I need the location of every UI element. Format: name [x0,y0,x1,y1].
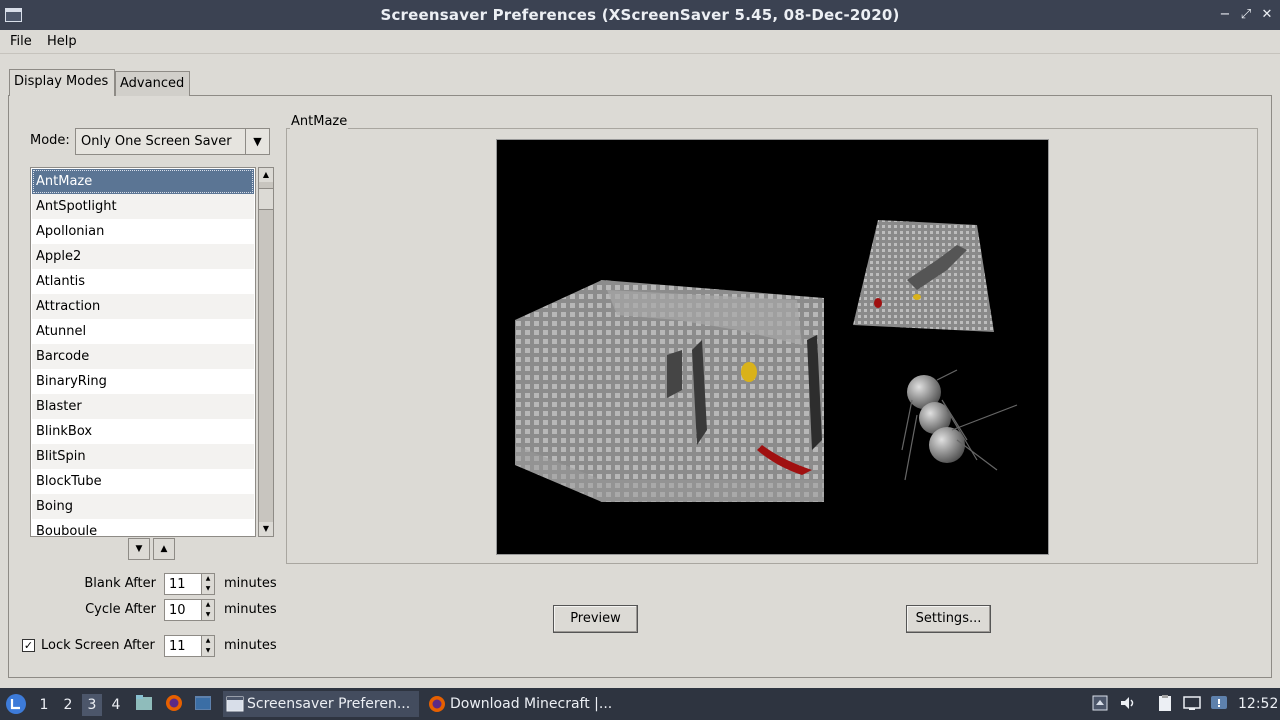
tab-display-modes[interactable]: Display Modes [9,69,115,96]
close-button[interactable]: ✕ [1258,6,1276,24]
scroll-down-icon[interactable]: ▼ [259,522,273,536]
blank-after-label: Blank After [84,576,156,591]
list-item[interactable]: Blaster [32,394,254,419]
task-label: Download Minecraft |... [450,696,613,712]
settings-button[interactable]: Settings... [906,605,991,633]
list-item[interactable]: Apollonian [32,219,254,244]
minimize-button[interactable]: − [1216,6,1234,24]
list-item[interactable]: BlitSpin [32,444,254,469]
cycle-after-spinner[interactable]: 10 ▲ ▼ [164,599,215,621]
lock-screen-spinner[interactable]: 11 ▲ ▼ [164,635,215,657]
antmaze-render [515,220,1018,502]
list-item[interactable]: AntSpotlight [32,194,254,219]
window-title: Screensaver Preferences (XScreenSaver 5.… [380,6,900,24]
task-firefox[interactable]: Download Minecraft |... [426,691,626,717]
spin-down-icon[interactable]: ▼ [201,646,214,656]
lock-screen-checkbox[interactable]: ✓ [22,639,35,652]
clipboard-icon[interactable] [1156,694,1174,712]
preview-image [496,139,1049,555]
list-item[interactable]: Bouboule [32,519,254,536]
lock-screen-value: 11 [169,639,186,654]
menu-bar: File Help [0,30,1280,54]
firefox-icon [429,696,445,712]
mode-dropdown[interactable]: Only One Screen Saver ▼ [75,128,270,155]
tray-arrow-icon[interactable] [1091,694,1109,712]
list-item[interactable]: Barcode [32,344,254,369]
title-bar: Screensaver Preferences (XScreenSaver 5.… [0,0,1280,30]
start-menu-icon[interactable] [5,693,27,715]
lock-screen-unit: minutes [224,638,277,653]
workspace-3[interactable]: 3 [82,694,102,716]
taskbar: 1 2 3 4 Screensaver Preferen... Download… [0,688,1280,720]
spin-up-icon[interactable]: ▲ [201,636,214,646]
lock-screen-label: Lock Screen After [41,638,155,653]
list-scrollbar[interactable]: ▲ ▼ [258,167,274,537]
scroll-up-icon[interactable]: ▲ [259,168,273,182]
terminal-icon[interactable] [194,694,212,712]
mode-label: Mode: [30,133,70,148]
chevron-down-icon[interactable]: ▼ [245,129,269,154]
mode-value: Only One Screen Saver [81,134,232,149]
cycle-after-label: Cycle After [85,602,156,617]
spin-up-icon[interactable]: ▲ [201,600,214,610]
workspace-1[interactable]: 1 [34,694,54,716]
list-item[interactable]: BlinkBox [32,419,254,444]
preview-frame-label: AntMaze [290,114,349,129]
list-item[interactable]: Atlantis [32,269,254,294]
window-icon [226,696,244,712]
blank-after-unit: minutes [224,576,277,591]
list-item[interactable]: AntMaze [32,169,254,194]
list-item[interactable]: BlockTube [32,469,254,494]
spin-up-icon[interactable]: ▲ [201,574,214,584]
list-item[interactable]: Attraction [32,294,254,319]
scrollbar-thumb[interactable] [259,188,273,210]
cycle-after-unit: minutes [224,602,277,617]
move-down-button[interactable]: ▼ [128,538,150,560]
spin-down-icon[interactable]: ▼ [201,610,214,620]
preview-button[interactable]: Preview [553,605,638,633]
menu-help[interactable]: Help [47,34,77,49]
move-up-button[interactable]: ▲ [153,538,175,560]
list-item[interactable]: Atunnel [32,319,254,344]
spin-down-icon[interactable]: ▼ [201,584,214,594]
clock[interactable]: 12:52 [1238,688,1278,720]
list-item[interactable]: Boing [32,494,254,519]
saver-list[interactable]: AntMaze AntSpotlight Apollonian Apple2 Atlan… [30,167,256,537]
firefox-icon[interactable] [165,694,183,712]
network-icon[interactable] [1183,694,1201,712]
cycle-after-value: 10 [169,603,186,618]
list-item[interactable]: Apple2 [32,244,254,269]
workspace-2[interactable]: 2 [58,694,78,716]
maximize-button[interactable]: ⤢ [1237,6,1255,24]
blank-after-value: 11 [169,577,186,592]
file-manager-icon[interactable] [135,694,153,712]
notification-icon[interactable] [1210,694,1228,712]
workspace-4[interactable]: 4 [106,694,126,716]
blank-after-spinner[interactable]: 11 ▲ ▼ [164,573,215,595]
task-label: Screensaver Preferen... [247,696,411,712]
menu-file[interactable]: File [10,34,32,49]
volume-icon[interactable] [1119,694,1137,712]
list-item[interactable]: BinaryRing [32,369,254,394]
tab-advanced[interactable]: Advanced [115,71,190,96]
task-screensaver[interactable]: Screensaver Preferen... [223,691,419,717]
